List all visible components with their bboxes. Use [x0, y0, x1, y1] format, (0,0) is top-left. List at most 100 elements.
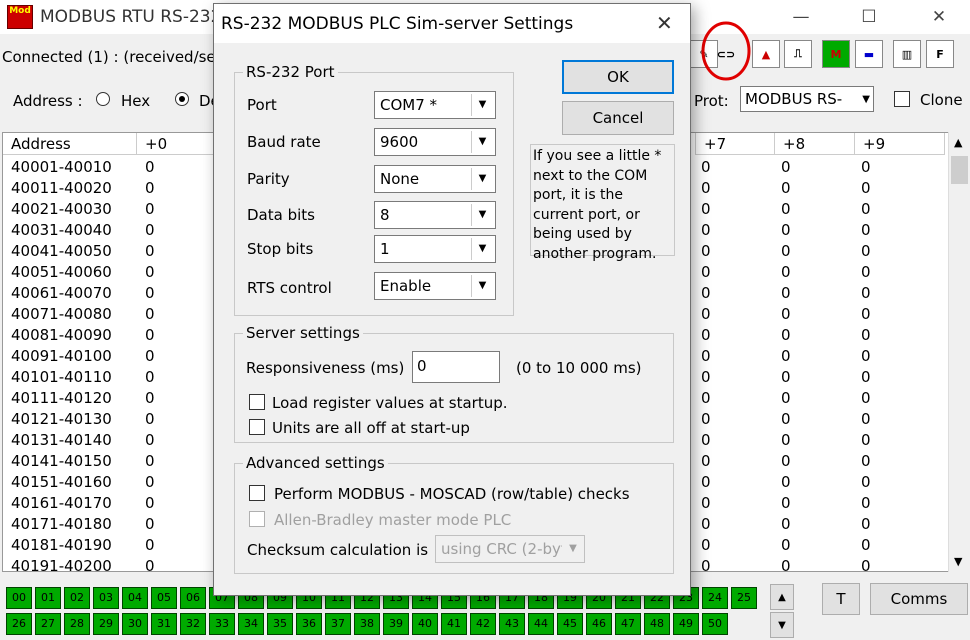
tool-icon[interactable]: F [926, 40, 954, 68]
register-cell[interactable]: 0 [145, 283, 155, 304]
minimize-icon[interactable]: — [778, 0, 824, 34]
register-cell[interactable]: 0 [781, 430, 791, 451]
columns-icon[interactable]: ▥ [893, 40, 921, 68]
register-cell[interactable]: 0 [701, 304, 711, 325]
register-cell[interactable]: 0 [781, 346, 791, 367]
scroll-up-icon[interactable]: ▲ [954, 136, 962, 149]
coil-indicator[interactable]: 27 [35, 613, 61, 635]
register-cell[interactable]: 0 [861, 451, 871, 472]
register-cell[interactable]: 0 [781, 283, 791, 304]
register-cell[interactable]: 0 [701, 472, 711, 493]
comms-button[interactable]: Comms [870, 583, 968, 615]
register-cell[interactable]: 0 [861, 241, 871, 262]
checksum-select[interactable]: using CRC (2-byt ▼ [435, 535, 585, 563]
coil-indicator[interactable]: 00 [6, 587, 32, 609]
stop-bits-select[interactable]: 1 ▼ [374, 235, 496, 263]
register-cell[interactable]: 0 [781, 157, 791, 178]
register-cell[interactable]: 0 [145, 430, 155, 451]
register-cell[interactable]: 0 [145, 178, 155, 199]
port-select[interactable]: COM7 * ▼ [374, 91, 496, 119]
grid-scrollbar[interactable]: ▲ ▼ [948, 132, 970, 572]
t-button[interactable]: T [822, 583, 860, 615]
coil-indicator[interactable]: 28 [64, 613, 90, 635]
coil-scroll-up-icon[interactable]: ▲ [770, 584, 794, 610]
register-cell[interactable]: 0 [781, 493, 791, 514]
coil-indicator[interactable]: 34 [238, 613, 264, 635]
coil-indicator[interactable]: 41 [441, 613, 467, 635]
coil-indicator[interactable]: 49 [673, 613, 699, 635]
clone-checkbox[interactable] [894, 91, 910, 107]
register-cell[interactable]: 0 [145, 157, 155, 178]
register-cell[interactable]: 0 [781, 367, 791, 388]
register-cell[interactable]: 0 [861, 178, 871, 199]
coil-indicator[interactable]: 05 [151, 587, 177, 609]
register-cell[interactable]: 0 [861, 388, 871, 409]
waveform-icon[interactable]: ⎍ [784, 40, 812, 68]
coil-indicator[interactable]: 44 [528, 613, 554, 635]
register-cell[interactable]: 0 [145, 304, 155, 325]
register-cell[interactable]: 0 [701, 514, 711, 535]
hex-radio[interactable] [96, 92, 110, 106]
scroll-thumb[interactable] [951, 156, 968, 184]
coil-indicator[interactable]: 39 [383, 613, 409, 635]
allen-bradley-checkbox[interactable] [249, 511, 265, 527]
coil-indicator[interactable]: 40 [412, 613, 438, 635]
parity-select[interactable]: None ▼ [374, 165, 496, 193]
register-cell[interactable]: 0 [145, 388, 155, 409]
register-cell[interactable]: 0 [701, 430, 711, 451]
coil-indicator[interactable]: 02 [64, 587, 90, 609]
register-cell[interactable]: 0 [861, 367, 871, 388]
register-cell[interactable]: 0 [861, 472, 871, 493]
close-icon[interactable]: ✕ [916, 0, 962, 34]
register-cell[interactable]: 0 [145, 199, 155, 220]
cancel-button[interactable]: Cancel [562, 101, 674, 135]
dialog-close-icon[interactable]: ✕ [656, 11, 673, 35]
coil-indicator[interactable]: 46 [586, 613, 612, 635]
coil-indicator[interactable]: 43 [499, 613, 525, 635]
register-cell[interactable]: 0 [701, 493, 711, 514]
register-cell[interactable]: 0 [145, 241, 155, 262]
register-cell[interactable]: 0 [701, 367, 711, 388]
responsiveness-input[interactable]: 0 [412, 351, 500, 383]
register-cell[interactable]: 0 [145, 493, 155, 514]
coil-indicator[interactable]: 30 [122, 613, 148, 635]
register-cell[interactable]: 0 [781, 178, 791, 199]
register-cell[interactable]: 0 [145, 451, 155, 472]
coil-indicator[interactable]: 38 [354, 613, 380, 635]
coil-indicator[interactable]: 29 [93, 613, 119, 635]
register-cell[interactable]: 0 [781, 409, 791, 430]
register-cell[interactable]: 0 [145, 556, 155, 571]
register-cell[interactable]: 0 [861, 262, 871, 283]
register-cell[interactable]: 0 [781, 325, 791, 346]
coil-indicator[interactable]: 25 [731, 587, 757, 609]
data-bits-select[interactable]: 8 ▼ [374, 201, 496, 229]
coil-indicator[interactable]: 35 [267, 613, 293, 635]
register-cell[interactable]: 0 [145, 472, 155, 493]
baud-rate-select[interactable]: 9600 ▼ [374, 128, 496, 156]
register-cell[interactable]: 0 [701, 346, 711, 367]
coil-indicator[interactable]: 04 [122, 587, 148, 609]
register-cell[interactable]: 0 [861, 283, 871, 304]
monitor-icon[interactable]: ▬ [855, 40, 883, 68]
register-cell[interactable]: 0 [701, 157, 711, 178]
coil-indicator[interactable]: 06 [180, 587, 206, 609]
moscad-checks-checkbox[interactable] [249, 485, 265, 501]
register-cell[interactable]: 0 [781, 472, 791, 493]
coil-indicator[interactable]: 24 [702, 587, 728, 609]
register-cell[interactable]: 0 [701, 220, 711, 241]
register-cell[interactable]: 0 [145, 262, 155, 283]
maximize-icon[interactable]: ☐ [846, 0, 892, 34]
load-registers-checkbox[interactable] [249, 394, 265, 410]
plc-icon[interactable]: ▲ [752, 40, 780, 68]
register-cell[interactable]: 0 [781, 514, 791, 535]
register-cell[interactable]: 0 [701, 178, 711, 199]
register-cell[interactable]: 0 [781, 535, 791, 556]
coil-indicator[interactable]: 32 [180, 613, 206, 635]
register-cell[interactable]: 0 [781, 304, 791, 325]
register-cell[interactable]: 0 [145, 367, 155, 388]
register-cell[interactable]: 0 [781, 220, 791, 241]
coil-indicator[interactable]: 26 [6, 613, 32, 635]
register-cell[interactable]: 0 [861, 220, 871, 241]
register-cell[interactable]: 0 [861, 493, 871, 514]
register-cell[interactable]: 0 [781, 388, 791, 409]
